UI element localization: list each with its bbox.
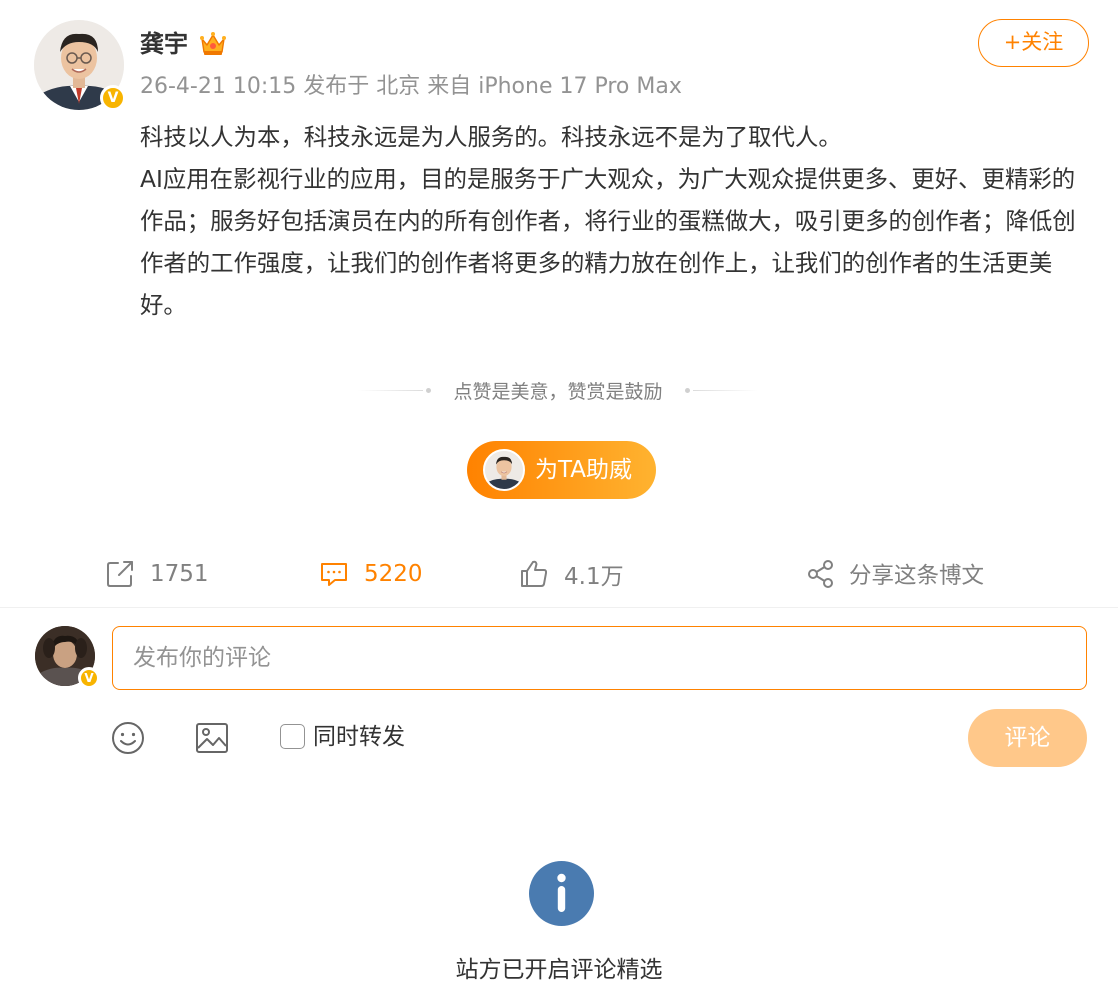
divider-line — [693, 390, 758, 391]
share-button[interactable]: 分享这条博文 — [805, 547, 984, 601]
verified-badge-icon: V — [100, 85, 126, 111]
author-name[interactable]: 龚宇 — [140, 27, 188, 61]
post-meta: 26-4-21 10:15 发布于 北京 来自 iPhone 17 Pro Ma… — [140, 74, 682, 99]
share-icon — [808, 560, 833, 588]
curated-comments-notice: 站方已开启评论精选 — [455, 957, 663, 983]
support-button-label: 为TA助威 — [535, 457, 632, 483]
post-body: 科技以人为本，科技永远是为人服务的。科技永远不是为了取代人。 AI应用在影视行业… — [140, 116, 1088, 326]
repost-checkbox[interactable] — [280, 724, 305, 749]
action-bar: 1751 5220 4.1万 分享这条博文 — [0, 547, 1118, 607]
emoji-icon[interactable] — [110, 720, 146, 756]
like-count: 4.1万 — [564, 564, 624, 590]
thumb-up-icon — [521, 560, 548, 587]
repost-count: 1751 — [150, 561, 209, 587]
comment-input[interactable] — [112, 626, 1087, 690]
verified-badge-icon: V — [78, 667, 100, 689]
author-mini-avatar — [483, 449, 525, 491]
author-avatar[interactable]: V — [34, 20, 126, 111]
divider-dot — [685, 388, 690, 393]
submit-comment-button[interactable]: 评论 — [968, 709, 1087, 767]
reward-tip: 点赞是美意，赞赏是鼓励 — [453, 381, 663, 403]
share-label: 分享这条博文 — [849, 563, 985, 589]
info-icon — [529, 861, 594, 926]
post-paragraph: AI应用在影视行业的应用，目的是服务于广大观众，为广大观众提供更多、更好、更精彩… — [140, 165, 1076, 319]
comment-icon — [321, 563, 347, 586]
crown-icon[interactable] — [199, 31, 227, 57]
reward-divider: 点赞是美意，赞赏是鼓励 — [358, 375, 758, 409]
current-user-avatar[interactable]: V — [35, 626, 100, 689]
repost-button[interactable]: 1751 — [104, 547, 209, 601]
repost-checkbox-label[interactable]: 同时转发 — [313, 719, 405, 755]
comment-button[interactable]: 5220 — [318, 547, 423, 601]
post-paragraph: 科技以人为本，科技永远是为人服务的。科技永远不是为了取代人。 — [140, 123, 842, 151]
comment-count: 5220 — [364, 561, 423, 587]
section-divider — [0, 607, 1118, 608]
follow-button[interactable]: +关注 — [978, 19, 1089, 67]
image-icon[interactable] — [193, 719, 231, 757]
like-button[interactable]: 4.1万 — [518, 547, 624, 601]
support-button[interactable]: 为TA助威 — [467, 441, 656, 499]
repost-icon — [107, 561, 133, 587]
